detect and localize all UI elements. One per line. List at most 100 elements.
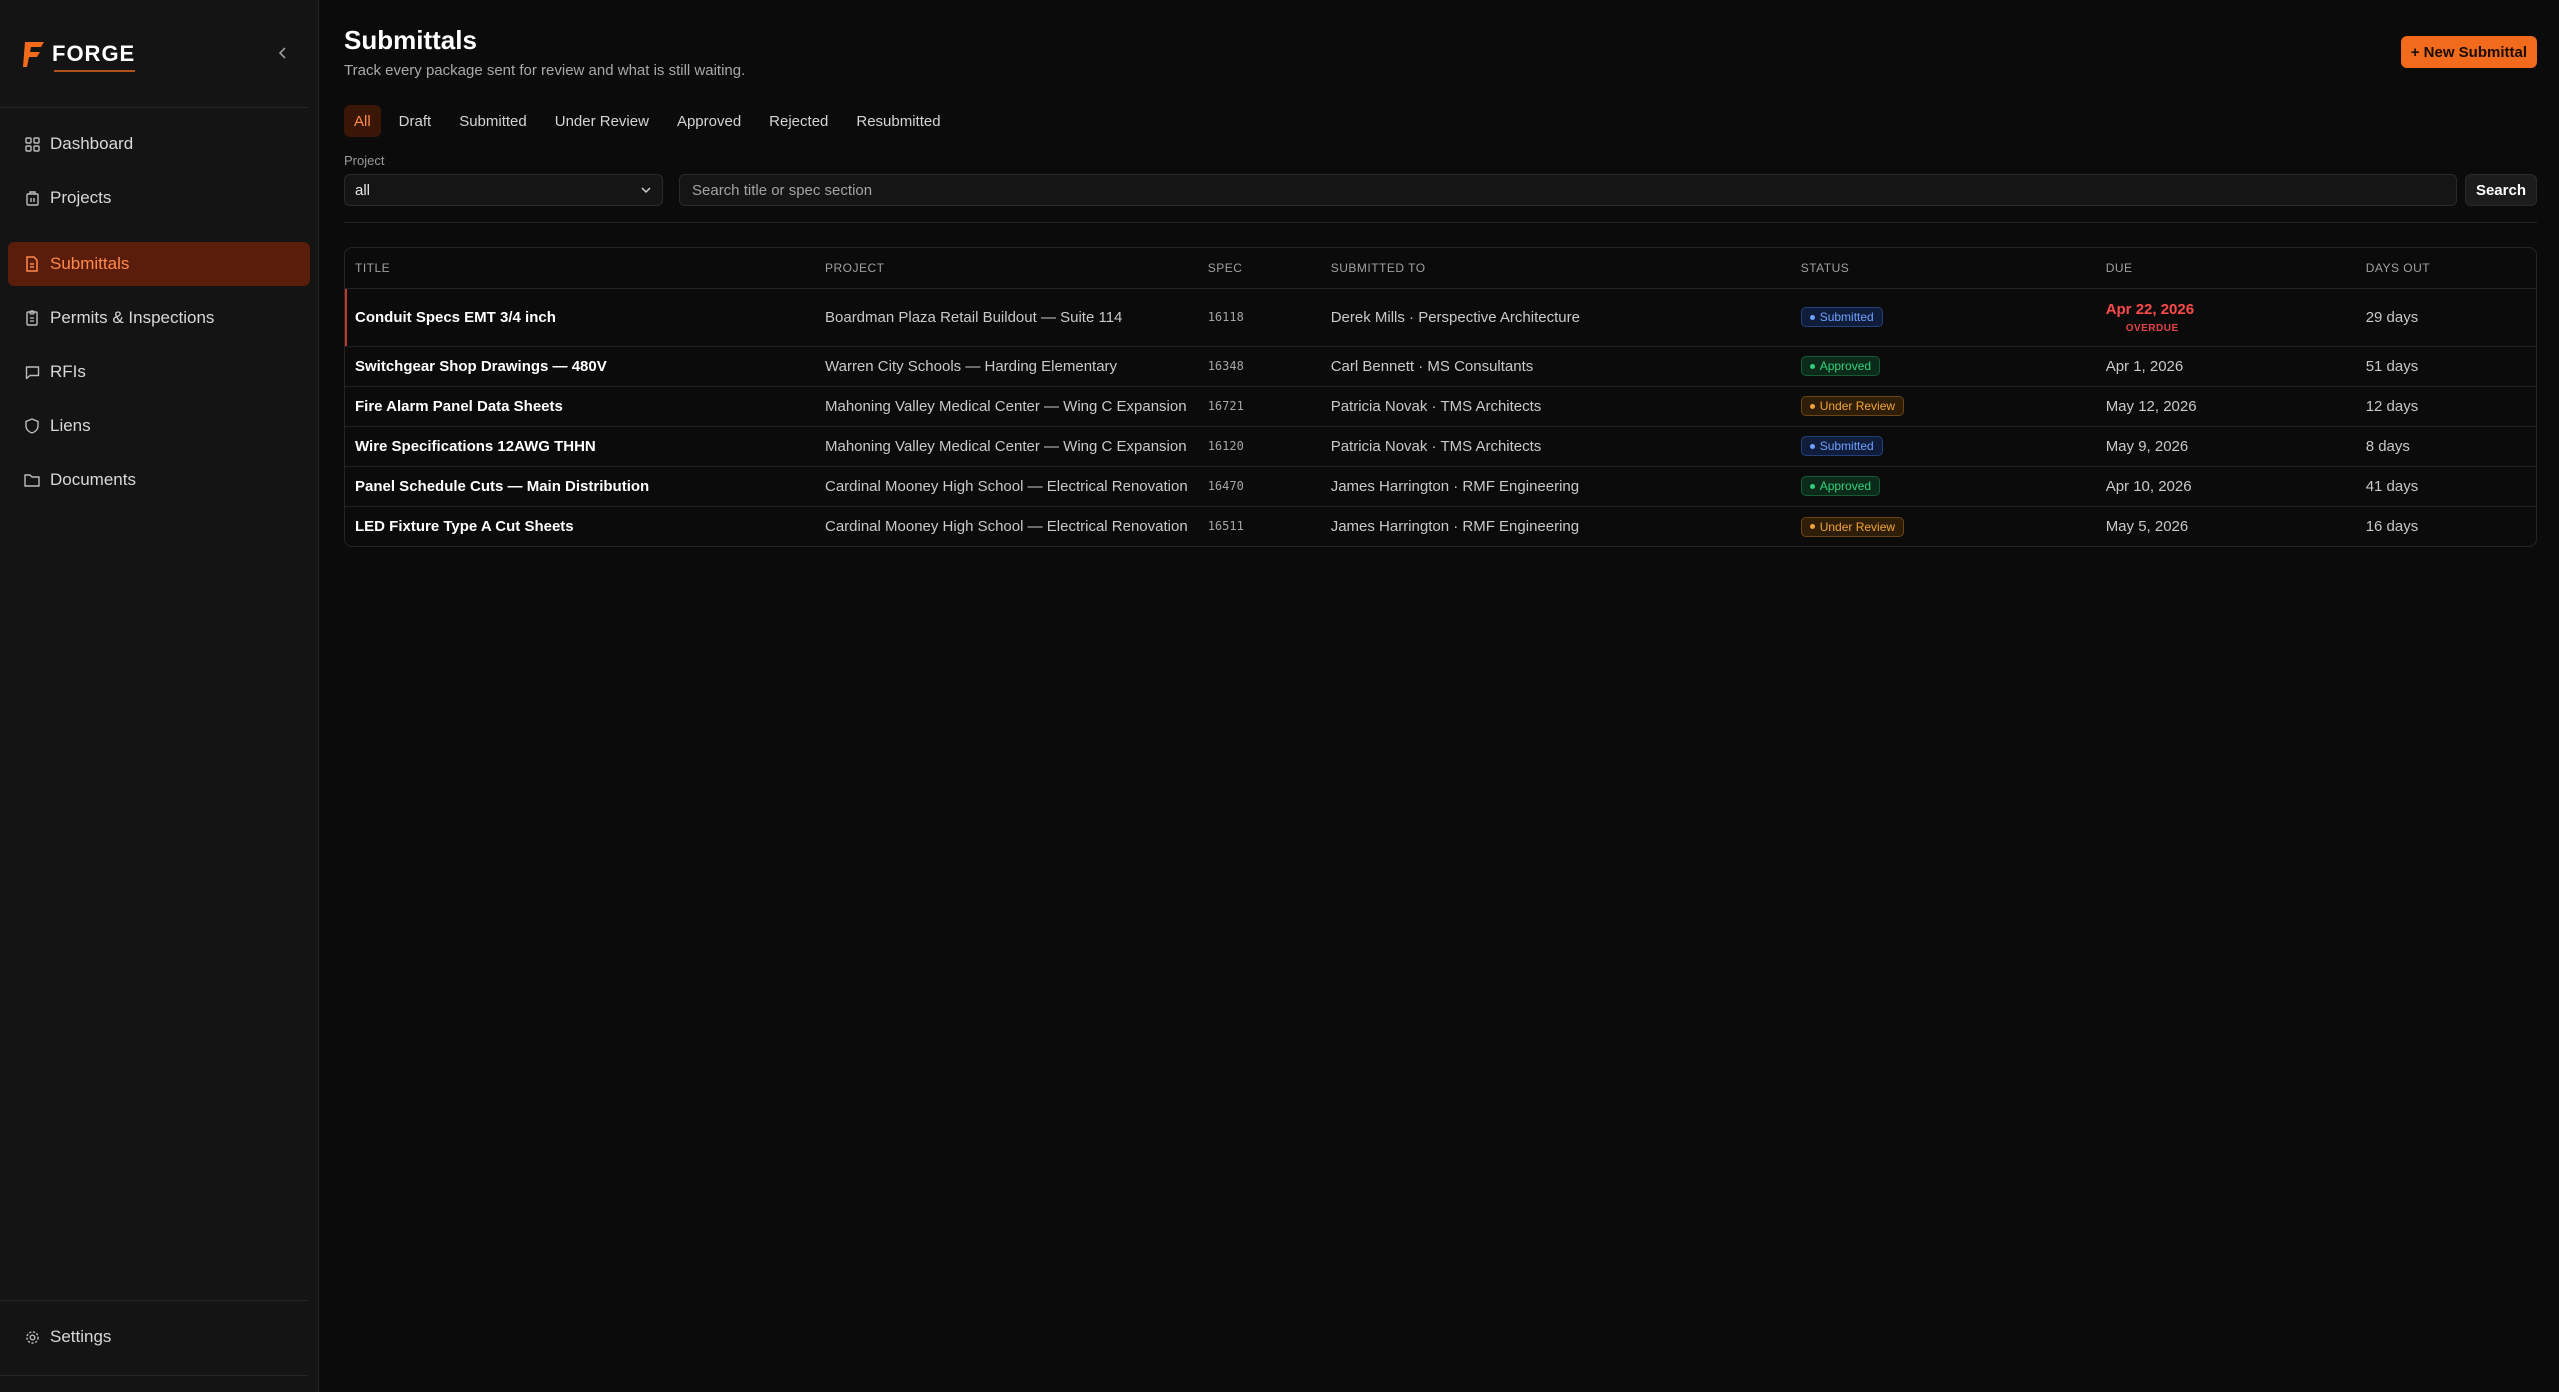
gear-icon [24, 1329, 40, 1345]
sidebar-nav: Dashboard Projects Submittals Permits & [0, 108, 318, 502]
row-title[interactable]: Switchgear Shop Drawings — 480V [345, 346, 815, 387]
row-title[interactable]: LED Fixture Type A Cut Sheets [345, 506, 815, 546]
table-header-row: TITLE PROJECT SPEC SUBMITTED TO STATUS D… [345, 248, 2536, 289]
row-submitted-to: Patricia Novak · TMS Architects [1320, 386, 1791, 427]
column-header-project[interactable]: PROJECT [815, 248, 1198, 289]
column-header-status[interactable]: STATUS [1790, 248, 2096, 289]
row-status: Approved [1790, 466, 2096, 507]
sidebar-item-label: Liens [50, 416, 91, 435]
row-title[interactable]: Panel Schedule Cuts — Main Distribution [345, 466, 815, 507]
sidebar-footer [0, 1376, 318, 1392]
status-badge-label: Approved [1819, 359, 1872, 374]
sidebar-item-label: Projects [50, 188, 112, 207]
status-badge: Under Review [1800, 516, 1905, 537]
row-project: Mahoning Valley Medical Center — Wing C … [815, 386, 1198, 427]
new-submittal-button[interactable]: + New Submittal [2400, 36, 2537, 68]
sidebar-item-label: Submittals [50, 254, 130, 273]
row-days-out: 41 days [2355, 466, 2536, 507]
sidebar-item-rfis[interactable]: RFIs [8, 350, 310, 394]
status-badge-label: Approved [1819, 479, 1872, 494]
clipboard-icon [24, 310, 40, 326]
status-dot-icon [1809, 403, 1815, 409]
sidebar-item-label: Dashboard [50, 134, 134, 153]
row-days-out: 16 days [2365, 517, 2419, 535]
sidebar-item-label: Settings [50, 1327, 112, 1346]
sidebar-item-permits[interactable]: Permits & Inspections [8, 296, 310, 340]
sidebar-item-projects[interactable]: Projects [8, 176, 310, 220]
row-title[interactable]: Conduit Specs EMT 3/4 inch [345, 288, 815, 347]
tab-submitted[interactable]: Submitted [449, 105, 537, 137]
sidebar-item-documents[interactable]: Documents [8, 458, 310, 502]
row-due: May 12, 2026 [2095, 386, 2356, 427]
shield-icon [24, 418, 40, 434]
tab-draft[interactable]: Draft [389, 105, 442, 137]
folder-icon [24, 472, 40, 488]
tab-all[interactable]: All [344, 105, 381, 137]
row-due: Apr 22, 2026 OVERDUE [2095, 288, 2356, 347]
tab-approved[interactable]: Approved [667, 105, 751, 137]
row-title[interactable]: Fire Alarm Panel Data Sheets [345, 386, 815, 427]
row-spec: 16721 [1197, 386, 1321, 427]
status-dot-icon [1809, 363, 1815, 369]
row-status: Submitted [1790, 288, 2096, 347]
sidebar-bottom: Settings [0, 1300, 318, 1392]
main-content: Submittals Track every package sent for … [319, 0, 2559, 1392]
due-date: Apr 22, 2026 [2105, 300, 2195, 318]
logo[interactable]: FORGE [22, 40, 136, 72]
row-project: Cardinal Mooney High School — Electrical… [815, 466, 1198, 507]
row-spec: 16470 [1197, 466, 1321, 507]
table-row[interactable]: Panel Schedule Cuts — Main Distribution … [345, 466, 2536, 507]
tab-rejected[interactable]: Rejected [759, 105, 838, 137]
due-overdue: Apr 22, 2026 OVERDUE [2106, 301, 2346, 334]
status-dot-icon [1809, 443, 1815, 449]
row-spec: 16348 [1197, 346, 1321, 387]
sidebar-item-settings[interactable]: Settings [8, 1315, 310, 1359]
row-status: Approved [1790, 346, 2096, 387]
row-days-out: 29 days [2355, 288, 2536, 347]
column-header-days-out[interactable]: DAYS OUT [2355, 248, 2536, 289]
row-title[interactable]: Wire Specifications 12AWG THHN [345, 426, 815, 467]
row-status: Under Review [1790, 386, 2096, 427]
row-spec: 16511 [1207, 519, 1244, 534]
status-dot-icon [1809, 314, 1815, 320]
grid-icon [24, 136, 40, 152]
status-badge-label: Submitted [1819, 439, 1874, 454]
sidebar-item-label: RFIs [50, 362, 86, 381]
column-header-title[interactable]: TITLE [345, 248, 815, 289]
page-heading: Submittals Track every package sent for … [344, 24, 745, 79]
forge-logo-icon [23, 41, 44, 67]
sidebar-item-dashboard[interactable]: Dashboard [8, 122, 310, 166]
sidebar-item-label: Permits & Inspections [50, 308, 215, 327]
column-header-submitted-to[interactable]: SUBMITTED TO [1320, 248, 1791, 289]
document-icon [24, 256, 40, 272]
row-due: Apr 1, 2026 [2095, 346, 2356, 387]
sidebar-item-submittals[interactable]: Submittals [8, 242, 310, 286]
search-input[interactable] [679, 174, 2457, 206]
sidebar-item-liens[interactable]: Liens [8, 404, 310, 448]
tab-under-review[interactable]: Under Review [545, 105, 659, 137]
app-shell: FORGE Dashboard Projects Submittals Perm… [0, 0, 2559, 1392]
status-badge: Approved [1800, 476, 1881, 497]
collapse-sidebar-button[interactable] [272, 42, 294, 64]
row-spec: 16120 [1197, 426, 1321, 467]
column-header-due[interactable]: DUE [2095, 248, 2356, 289]
tab-resubmitted[interactable]: Resubmitted [846, 105, 950, 137]
status-badge-label: Under Review [1819, 399, 1896, 414]
status-tabs: All Draft Submitted Under Review Approve… [344, 105, 2537, 137]
project-select[interactable]: all [344, 174, 663, 206]
brand-header: FORGE [0, 0, 308, 108]
search-button[interactable]: Search [2464, 174, 2537, 206]
row-submitted-to: Patricia Novak · TMS Architects [1320, 426, 1791, 467]
table-row[interactable]: Conduit Specs EMT 3/4 inch Boardman Plaz… [345, 288, 2536, 347]
row-status: Submitted [1790, 426, 2096, 467]
row-due: May 5, 2026 [2105, 517, 2189, 535]
page-title: Submittals [344, 25, 477, 55]
status-badge: Approved [1800, 356, 1881, 377]
status-dot-icon [1809, 524, 1815, 529]
table-row[interactable]: Wire Specifications 12AWG THHN Mahoning … [345, 426, 2536, 467]
table-row[interactable]: Fire Alarm Panel Data Sheets Mahoning Va… [345, 386, 2536, 427]
column-header-spec[interactable]: SPEC [1197, 248, 1321, 289]
table-row[interactable]: LED Fixture Type A Cut Sheets Cardinal M… [345, 506, 2536, 546]
row-days-out: 51 days [2355, 346, 2536, 387]
table-row[interactable]: Switchgear Shop Drawings — 480V Warren C… [345, 346, 2536, 387]
